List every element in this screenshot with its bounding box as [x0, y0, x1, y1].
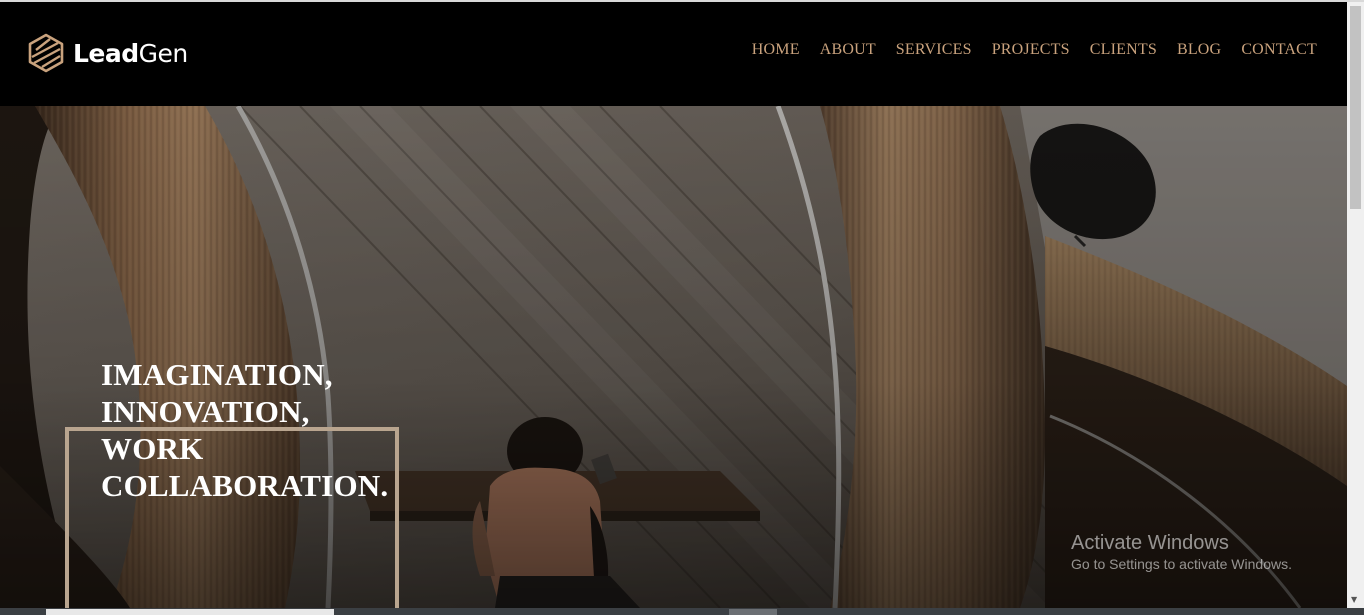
hero-title: IMAGINATION, INNOVATION, WORK COLLABORAT… [101, 356, 388, 504]
watermark-title: Activate Windows [1071, 532, 1229, 554]
activate-windows-watermark: Activate Windows Go to Settings to activ… [1071, 532, 1292, 574]
brand-name: LeadGen [73, 41, 188, 66]
brand-name-light: Gen [138, 38, 189, 68]
hero-title-line: COLLABORATION. [101, 468, 389, 503]
watermark-subtitle: Go to Settings to activate Windows. [1071, 556, 1292, 572]
main-nav: HOME ABOUT SERVICES PROJECTS CLIENTS BLO… [732, 40, 1317, 60]
nav-about[interactable]: ABOUT [820, 40, 876, 60]
brand-logo[interactable]: LeadGen [27, 31, 188, 75]
hero-title-line: INNOVATION, [101, 394, 310, 429]
scrollbar-thumb[interactable] [1350, 6, 1361, 209]
nav-contact[interactable]: CONTACT [1241, 40, 1317, 60]
nav-projects[interactable]: PROJECTS [992, 40, 1070, 60]
horizontal-scrollbar-thumb[interactable] [46, 609, 334, 615]
brand-name-bold: Lead [73, 38, 139, 68]
site-header: LeadGen HOME ABOUT SERVICES PROJECTS CLI… [0, 2, 1347, 106]
nav-services[interactable]: SERVICES [896, 40, 972, 60]
nav-clients[interactable]: CLIENTS [1090, 40, 1157, 60]
hero-title-line: WORK [101, 431, 204, 466]
horizontal-scrollbar-segment [729, 609, 777, 615]
scroll-down-arrow-icon[interactable]: ▼ [1351, 596, 1357, 604]
hexagon-stripes-logo-icon [28, 33, 64, 73]
horizontal-scrollbar[interactable] [0, 608, 1364, 615]
vertical-scrollbar[interactable]: ▼ [1347, 2, 1364, 608]
hero-title-line: IMAGINATION, [101, 357, 333, 392]
page: LeadGen HOME ABOUT SERVICES PROJECTS CLI… [0, 0, 1364, 615]
nav-blog[interactable]: BLOG [1177, 40, 1221, 60]
nav-home[interactable]: HOME [752, 40, 800, 60]
